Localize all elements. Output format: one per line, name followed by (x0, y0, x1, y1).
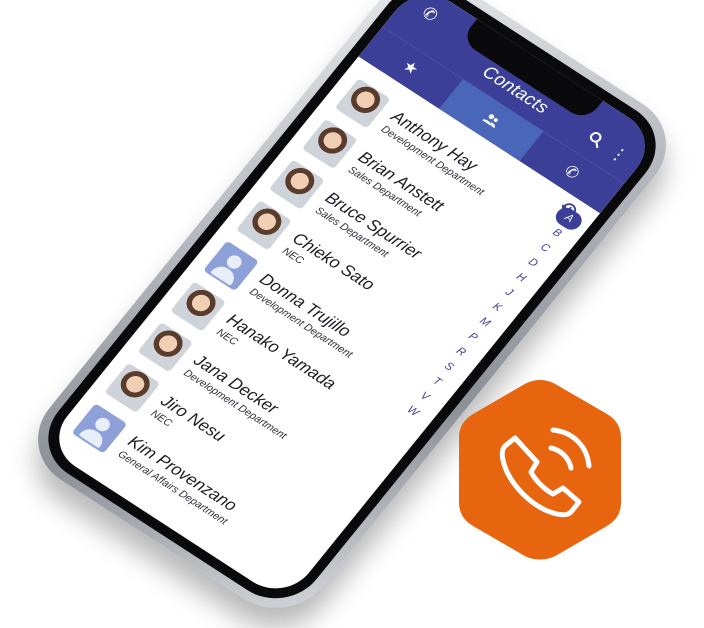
avatar (334, 78, 391, 129)
star-icon: ★ (398, 57, 422, 79)
avatar (236, 200, 292, 251)
avatar (301, 118, 358, 170)
avatar (268, 159, 325, 210)
hexagon-badge (459, 380, 621, 560)
default-avatar-icon (203, 240, 260, 292)
default-avatar-icon (71, 403, 128, 454)
avatar (137, 322, 194, 373)
avatar (104, 362, 161, 414)
phone-ringing-badge (459, 380, 621, 560)
people-icon (482, 114, 498, 129)
phone-icon: ✆ (560, 162, 583, 184)
avatar (170, 281, 227, 332)
